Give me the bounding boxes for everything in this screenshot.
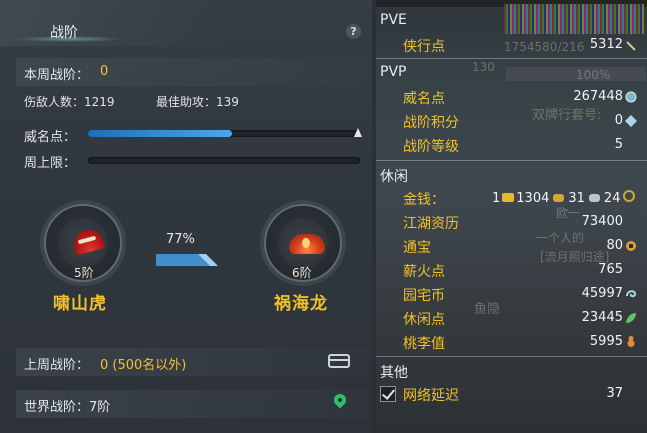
stat-value: 37 bbox=[606, 386, 623, 401]
last-week-value: 0 (500名以外) bbox=[100, 358, 187, 373]
stat-label: 战阶积分 bbox=[403, 115, 459, 131]
other-header: 其他 bbox=[380, 365, 408, 381]
money-coin: 24 bbox=[603, 191, 621, 206]
pve-header: PVE bbox=[380, 12, 407, 28]
weekly-cap-label: 周上限： bbox=[24, 156, 77, 171]
weekly-rank-value: 0 bbox=[100, 64, 109, 79]
weekly-rank-label: 本周战阶： bbox=[24, 68, 90, 83]
money-silver: 1304 bbox=[516, 191, 550, 206]
background-text: 欧一 bbox=[556, 206, 581, 220]
assists-count: 最佳助攻：139 bbox=[156, 95, 239, 109]
stat-value: 73400 bbox=[581, 214, 623, 229]
stat-label: 战阶等级 bbox=[403, 139, 459, 155]
emblem-core bbox=[278, 218, 328, 268]
money-gold: 1 bbox=[492, 191, 501, 206]
stat-label: 休闲点 bbox=[403, 312, 445, 328]
current-rank-tier: 5阶 bbox=[74, 266, 94, 280]
stat-value: 45997 bbox=[581, 286, 623, 301]
leisure-header: 休闲 bbox=[380, 169, 408, 185]
cap-marker-icon bbox=[354, 128, 362, 137]
section-divider bbox=[376, 160, 647, 161]
progress-arrow-icon bbox=[156, 254, 218, 266]
stat-value: 0 bbox=[614, 113, 623, 128]
section-divider bbox=[376, 58, 647, 59]
background-text: 一个人的 bbox=[536, 231, 585, 245]
silver-ingot-icon bbox=[553, 194, 565, 202]
sword-icon bbox=[626, 41, 636, 51]
crown-gem bbox=[302, 238, 310, 248]
last-week-label: 上周战阶： bbox=[24, 358, 90, 373]
stat-label: 江湖资历 bbox=[403, 216, 459, 232]
stat-value: 267448 bbox=[573, 89, 623, 104]
current-rank-name: 啸山虎 bbox=[53, 294, 107, 314]
section-divider bbox=[376, 356, 647, 357]
stat-value: 80 bbox=[606, 238, 623, 253]
stat-label: 通宝 bbox=[403, 240, 431, 256]
stat-value: 5995 bbox=[589, 334, 623, 349]
money-copper: 31 bbox=[568, 191, 585, 206]
prestige-progress-fill bbox=[88, 130, 233, 137]
background-text: 鱼隐 bbox=[474, 302, 501, 317]
emblem-core bbox=[58, 218, 108, 268]
background-text: 双牌行套号: bbox=[532, 108, 602, 123]
stat-value: 23445 bbox=[581, 310, 623, 325]
medal-icon bbox=[625, 91, 637, 103]
coin-ring-icon bbox=[623, 190, 636, 202]
money-label: 金钱： bbox=[403, 192, 445, 208]
rank-progress-percent: 77% bbox=[166, 232, 195, 247]
prestige-label: 威名点： bbox=[24, 130, 77, 145]
copper-ingot-icon bbox=[588, 194, 600, 202]
crystal-icon bbox=[625, 115, 637, 127]
kills-count: 伤敌人数：1219 bbox=[24, 95, 115, 109]
next-rank-tier: 6阶 bbox=[292, 266, 312, 280]
stat-value: 765 bbox=[598, 262, 623, 277]
background-text: 1754580/216 bbox=[504, 40, 585, 54]
leaf-icon bbox=[626, 313, 636, 323]
stat-label: 侠行点 bbox=[403, 39, 445, 55]
money-value: 1 1304 31 24 bbox=[492, 190, 636, 206]
gourd-icon bbox=[627, 336, 635, 347]
background-text: 100% bbox=[576, 68, 611, 82]
stat-label: 园宅币 bbox=[403, 288, 445, 304]
rank-panel: 战阶 ? 本周战阶： 0 伤敌人数：1219 最佳助攻：139 威名点： 周上限… bbox=[0, 0, 372, 433]
next-rank-name: 祸海龙 bbox=[274, 294, 328, 314]
stat-label: 网络延迟 bbox=[403, 388, 459, 404]
coin-icon bbox=[626, 241, 636, 251]
pvp-header: PVP bbox=[380, 64, 407, 80]
panel-title: 战阶 bbox=[50, 25, 78, 41]
world-rank-label: 世界战阶：7阶 bbox=[24, 400, 111, 415]
stat-value: 5312 bbox=[589, 37, 623, 52]
chest-icon[interactable] bbox=[328, 354, 350, 368]
stat-label: 威名点 bbox=[403, 91, 445, 107]
background-text: 130 bbox=[472, 60, 495, 74]
help-icon[interactable]: ? bbox=[346, 24, 361, 39]
weekly-cap-bar bbox=[88, 157, 360, 164]
swirl-icon bbox=[626, 290, 637, 298]
gold-ingot-icon bbox=[502, 193, 515, 202]
latency-checkbox[interactable] bbox=[380, 386, 396, 402]
stat-label: 薪火点 bbox=[403, 264, 445, 280]
stat-label: 桃李值 bbox=[403, 336, 445, 352]
prestige-progress-bar bbox=[88, 130, 360, 137]
stat-value: 5 bbox=[614, 137, 623, 152]
currency-panel: 1754580/216 130 100% 双牌行套号: 欧一 一个人的 [流月照… bbox=[376, 0, 647, 433]
